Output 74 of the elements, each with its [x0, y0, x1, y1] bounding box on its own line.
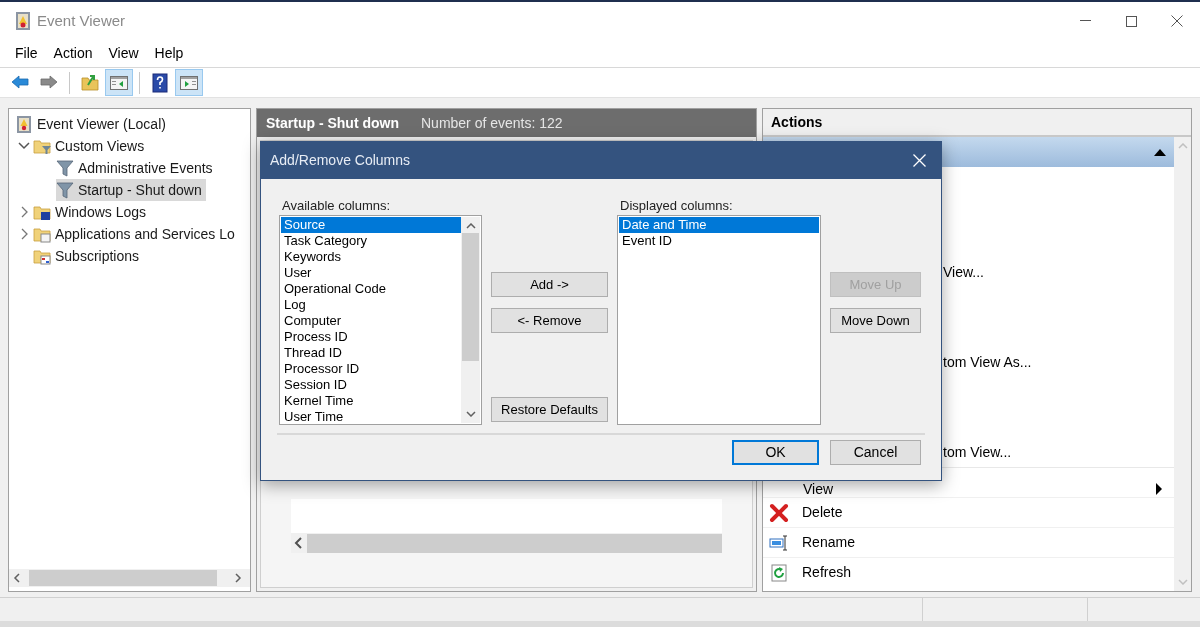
add-button[interactable]: Add -> — [491, 272, 608, 297]
folder-icon — [33, 203, 51, 221]
actions-menu-entry[interactable]: Refresh — [763, 557, 1174, 587]
tree-item[interactable]: Windows Logs — [33, 201, 151, 223]
collapse-triangle-icon — [1154, 148, 1166, 156]
toolbar-button[interactable] — [105, 69, 133, 96]
pane-title: Startup - Shut down — [266, 113, 399, 133]
list-item[interactable]: Processor ID — [281, 361, 461, 377]
scroll-thumb[interactable] — [29, 570, 217, 586]
minimize-icon — [1079, 20, 1091, 22]
list-label: Available columns: — [281, 197, 392, 213]
scroll-down-icon[interactable] — [465, 411, 476, 417]
list-item[interactable]: Source — [281, 217, 461, 233]
menu-item[interactable]: File — [7, 43, 46, 64]
list-label: Displayed columns: — [619, 197, 734, 213]
tree-item[interactable]: Administrative Events — [56, 157, 217, 179]
restore-defaults-button[interactable]: Restore Defaults — [491, 397, 608, 422]
actions-title: Actions — [771, 112, 823, 132]
list-item[interactable]: Operational Code — [281, 281, 461, 297]
folder-filter-icon — [33, 137, 51, 155]
list-item[interactable]: Log — [281, 297, 461, 313]
tree-item[interactable]: Event Viewer (Local) — [15, 113, 170, 135]
folder-icon — [80, 72, 100, 93]
list-item[interactable]: Process ID — [281, 329, 461, 345]
event-count: Number of events: 122 — [421, 113, 563, 133]
menu-item[interactable]: Action — [45, 43, 101, 64]
actions-menu-entry[interactable]: Delete — [763, 497, 1174, 527]
scroll-up-icon[interactable] — [465, 223, 476, 229]
list-item[interactable]: Date and Time — [619, 217, 819, 233]
scroll-thumb[interactable] — [462, 233, 479, 361]
actions-menu-entry[interactable]: Rename — [763, 527, 1174, 557]
folder-icon — [33, 225, 51, 243]
move-down-button[interactable]: Move Down — [830, 308, 921, 333]
folder-icon — [33, 247, 51, 265]
delete-icon — [769, 502, 789, 523]
list-item[interactable]: User Time — [281, 409, 461, 425]
tree-item[interactable]: Startup - Shut down — [56, 179, 206, 201]
list-item[interactable]: Event ID — [619, 233, 819, 249]
list-item[interactable]: User — [281, 265, 461, 281]
list-item[interactable]: Task Category — [281, 233, 461, 249]
list-item[interactable]: Keywords — [281, 249, 461, 265]
dialog-title: Add/Remove Columns — [270, 151, 411, 170]
event-viewer-icon — [14, 11, 32, 31]
tree-item[interactable]: Subscriptions — [33, 245, 144, 267]
displayed-columns-list[interactable]: Date and Time Event ID — [617, 215, 821, 425]
rename-icon — [769, 532, 789, 553]
actions-menu-entry[interactable]: tom View As... — [943, 351, 1032, 373]
maximize-icon — [1125, 15, 1137, 27]
filter-icon — [56, 181, 74, 199]
list-item[interactable]: Kernel Time — [281, 393, 461, 409]
close-icon — [1171, 15, 1183, 27]
collapse-chevron-icon[interactable] — [17, 141, 31, 151]
list-item[interactable]: Thread ID — [281, 345, 461, 361]
log-book-icon — [15, 115, 33, 133]
menu-item[interactable]: Help — [146, 43, 192, 64]
toolbar-button[interactable] — [175, 69, 203, 96]
cancel-button[interactable]: Cancel — [830, 440, 921, 465]
window-title: Event Viewer — [37, 10, 126, 31]
menu-item[interactable]: View — [100, 43, 147, 64]
list-item[interactable]: Computer — [281, 313, 461, 329]
tree-item[interactable]: Custom Views — [33, 135, 149, 157]
tree-item[interactable]: Applications and Services Lo — [33, 223, 239, 245]
remove-button[interactable]: <- Remove — [491, 308, 608, 333]
filter-icon — [56, 159, 74, 177]
list-item[interactable]: Session ID — [281, 377, 461, 393]
ok-button[interactable]: OK — [732, 440, 819, 465]
actions-menu-entry[interactable]: View... — [943, 261, 984, 283]
help-icon — [150, 72, 170, 93]
scroll-thumb[interactable] — [307, 533, 722, 553]
actions-menu-entry[interactable]: tom View... — [943, 441, 1012, 463]
refresh-icon — [769, 562, 789, 583]
available-columns-list[interactable]: Source Task Category Keywords User Operational Code Log Computer Process ID Thread ID Processor ID Session ID Kernel Time User Time — [279, 215, 482, 425]
close-icon — [912, 154, 926, 167]
submenu-arrow-icon — [1156, 483, 1162, 495]
